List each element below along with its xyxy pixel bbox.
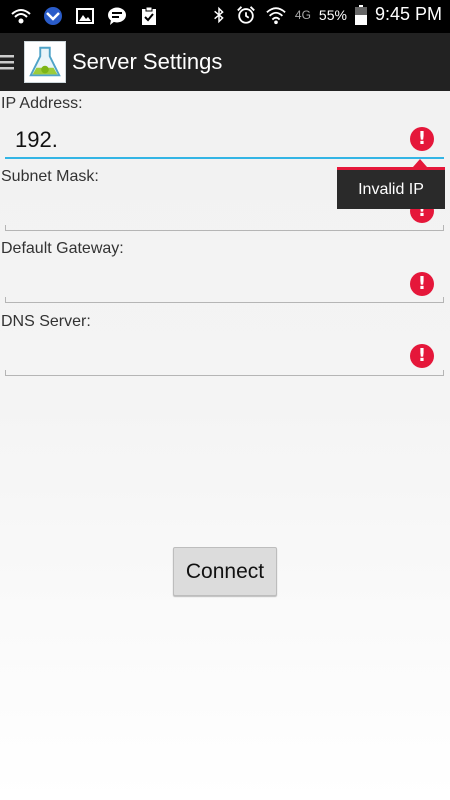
wifi-icon — [266, 6, 286, 24]
ip-address-field[interactable] — [5, 121, 444, 159]
underline-tick — [5, 297, 6, 303]
connect-button[interactable]: Connect — [173, 547, 277, 596]
battery-icon — [354, 4, 367, 25]
battery-percent: 55% — [318, 6, 347, 23]
subnet-mask-underline — [5, 230, 444, 231]
clipboard-check-icon — [142, 6, 156, 25]
action-bar: Server Settings — [0, 33, 450, 91]
app-logo-icon[interactable] — [24, 41, 66, 83]
clock: 9:45 PM — [374, 4, 442, 24]
error-icon[interactable]: ! — [410, 344, 434, 368]
status-bar: 4G 55% 9:45 PM — [0, 0, 450, 33]
error-icon[interactable]: ! — [410, 127, 434, 151]
default-gateway-field[interactable] — [5, 265, 444, 303]
underline-tick — [5, 370, 6, 376]
underline-tick — [443, 297, 444, 303]
page-title: Server Settings — [72, 49, 223, 74]
image-icon — [76, 8, 94, 24]
ip-address-underline — [5, 157, 444, 159]
system-icons: 4G 55% 9:45 PM — [211, 4, 442, 25]
default-gateway-underline — [5, 302, 444, 303]
subnet-mask-label: Subnet Mask: — [1, 168, 99, 185]
alarm-icon — [237, 5, 255, 24]
underline-tick — [443, 225, 444, 231]
wifi-hotspot-icon — [11, 9, 31, 24]
error-tooltip-text: Invalid IP — [358, 180, 424, 198]
default-gateway-label: Default Gateway: — [1, 240, 124, 257]
missed-call-icon — [44, 7, 62, 25]
ip-address-label: IP Address: — [1, 95, 83, 112]
error-icon[interactable]: ! — [410, 272, 434, 296]
underline-tick — [443, 370, 444, 376]
chat-icon — [108, 7, 126, 25]
network-type: 4G — [294, 7, 311, 22]
tooltip-pointer — [413, 159, 427, 167]
notification-icons — [10, 6, 160, 26]
dns-server-underline — [5, 375, 444, 376]
dns-server-field[interactable] — [5, 338, 444, 376]
dns-server-label: DNS Server: — [1, 313, 91, 330]
bluetooth-icon — [214, 6, 224, 23]
hamburger-icon[interactable] — [0, 54, 14, 70]
error-tooltip: Invalid IP — [337, 167, 445, 209]
android-flask-logo — [29, 46, 61, 77]
underline-tick — [5, 225, 6, 231]
